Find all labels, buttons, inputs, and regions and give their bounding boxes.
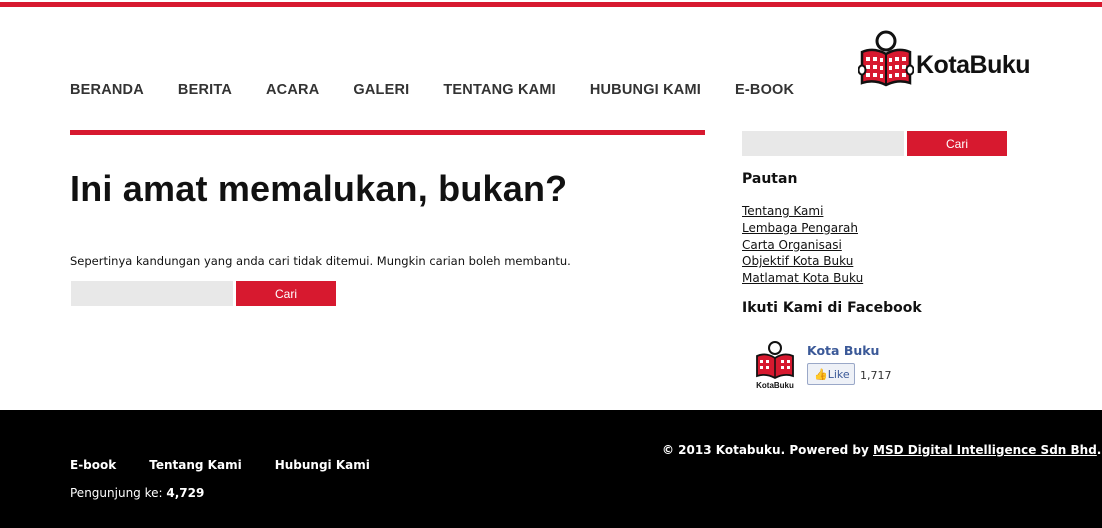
facebook-page-name[interactable]: Kota Buku — [807, 343, 879, 358]
nav-berita[interactable]: BERITA — [178, 82, 232, 98]
list-item: Objektif Kota Buku — [742, 253, 863, 270]
like-count: 1,717 — [860, 369, 892, 382]
avatar-wordmark: KotaBuku — [756, 381, 794, 390]
nav-beranda[interactable]: BERANDA — [70, 82, 144, 98]
footer-link-tentang-kami[interactable]: Tentang Kami — [149, 458, 241, 472]
reader-logo-icon — [857, 30, 915, 87]
list-item: Matlamat Kota Buku — [742, 270, 863, 287]
facebook-widget: KotaBuku Kota Buku 👍Like 1,717 — [752, 338, 912, 394]
copyright: © 2013 Kotabuku. Powered by MSD Digital … — [662, 443, 1101, 457]
sidebar-search-button[interactable]: Cari — [907, 131, 1007, 156]
company-link[interactable]: MSD Digital Intelligence Sdn Bhd — [873, 443, 1097, 457]
footer-link-hubungi-kami[interactable]: Hubungi Kami — [275, 458, 370, 472]
sidebar-links: Tentang Kami Lembaga Pengarah Carta Orga… — [742, 203, 863, 287]
page-title: Ini amat memalukan, bukan? — [70, 168, 568, 209]
logo-wordmark: KotaBuku — [916, 51, 1031, 79]
visitor-count: 4,729 — [166, 486, 205, 500]
main-search-button[interactable]: Cari — [236, 281, 336, 306]
content-accent-rule — [70, 130, 705, 135]
nav-tentang-kami[interactable]: TENTANG KAMI — [443, 82, 555, 98]
footer-link-ebook[interactable]: E-book — [70, 458, 116, 472]
like-label: Like — [827, 368, 850, 381]
link-lembaga-pengarah[interactable]: Lembaga Pengarah — [742, 221, 858, 235]
list-item: Tentang Kami — [742, 203, 863, 220]
nav-acara[interactable]: ACARA — [266, 82, 319, 98]
nav-galeri[interactable]: GALERI — [353, 82, 409, 98]
sidebar-search-form: Cari — [742, 131, 1007, 156]
thumbs-up-icon: 👍 — [814, 368, 828, 381]
top-accent-bar — [0, 2, 1102, 7]
list-item: Lembaga Pengarah — [742, 220, 863, 237]
facebook-heading: Ikuti Kami di Facebook — [742, 300, 922, 316]
not-found-message: Sepertinya kandungan yang anda cari tida… — [70, 254, 571, 268]
site-logo[interactable]: KotaBuku — [857, 30, 1033, 90]
link-tentang-kami[interactable]: Tentang Kami — [742, 204, 823, 218]
copyright-text: © 2013 Kotabuku. Powered by — [662, 443, 873, 457]
nav-ebook[interactable]: E-BOOK — [735, 82, 794, 98]
visitor-counter: Pengunjung ke: 4,729 — [70, 486, 204, 500]
nav-hubungi-kami[interactable]: HUBUNGI KAMI — [590, 82, 701, 98]
main-search-input[interactable] — [71, 281, 233, 306]
sidebar-search-input[interactable] — [742, 131, 904, 156]
link-objektif[interactable]: Objektif Kota Buku — [742, 254, 853, 268]
site-footer: © 2013 Kotabuku. Powered by MSD Digital … — [0, 410, 1102, 528]
main-search-form: Cari — [71, 281, 336, 306]
link-carta-organisasi[interactable]: Carta Organisasi — [742, 238, 842, 252]
kotabuku-avatar-icon[interactable]: KotaBuku — [752, 340, 798, 392]
list-item: Carta Organisasi — [742, 237, 863, 254]
main-nav: BERANDA BERITA ACARA GALERI TENTANG KAMI… — [70, 82, 828, 98]
copyright-end: . — [1096, 443, 1102, 457]
link-matlamat[interactable]: Matlamat Kota Buku — [742, 271, 863, 285]
visitor-label: Pengunjung ke: — [70, 486, 167, 500]
footer-nav: E-book Tentang Kami Hubungi Kami — [70, 458, 403, 472]
facebook-like-button[interactable]: 👍Like — [807, 363, 855, 385]
links-heading: Pautan — [742, 171, 798, 187]
